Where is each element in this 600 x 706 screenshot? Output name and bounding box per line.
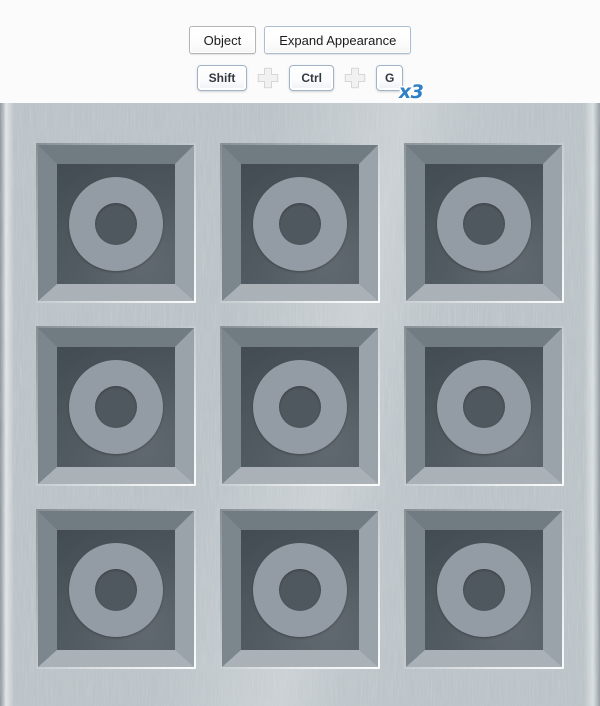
well-floor xyxy=(241,530,359,650)
well-floor xyxy=(241,347,359,467)
ring-shape xyxy=(253,177,347,271)
menu-command-row: Object Expand Appearance xyxy=(0,24,600,56)
well-floor xyxy=(425,347,543,467)
artwork-panel xyxy=(0,103,600,706)
recessed-well-cell xyxy=(404,509,564,669)
well-floor xyxy=(241,164,359,284)
well-floor xyxy=(57,164,175,284)
plus-icon-2 xyxy=(342,65,368,91)
ring-shape xyxy=(437,360,531,454)
ring-shape xyxy=(253,543,347,637)
keycap-g[interactable]: G xyxy=(376,65,404,91)
ring-shape xyxy=(69,360,163,454)
recessed-well-grid xyxy=(36,143,564,669)
shortcut-command-row: Shift Ctrl G x3 xyxy=(0,61,600,102)
recessed-well-cell xyxy=(36,143,196,303)
keycap-shift[interactable]: Shift xyxy=(196,65,248,91)
ring-shape xyxy=(253,360,347,454)
ring-shape xyxy=(69,543,163,637)
command-area: Object Expand Appearance Shift Ctrl G x3 xyxy=(0,0,600,103)
recessed-well-cell xyxy=(220,509,380,669)
well-floor xyxy=(57,530,175,650)
keycap-ctrl-wrap: Ctrl xyxy=(289,65,334,91)
menu-button-object[interactable]: Object xyxy=(188,26,257,54)
well-floor xyxy=(425,530,543,650)
recessed-well-cell xyxy=(404,326,564,486)
menu-button-expand-appearance[interactable]: Expand Appearance xyxy=(264,26,412,54)
ring-shape xyxy=(437,177,531,271)
ring-shape xyxy=(437,543,531,637)
keycap-ctrl[interactable]: Ctrl xyxy=(289,65,334,91)
well-floor xyxy=(57,347,175,467)
ring-shape xyxy=(69,177,163,271)
plus-icon xyxy=(255,65,281,91)
keycap-g-wrap: G x3 xyxy=(376,65,424,102)
recessed-well-cell xyxy=(36,326,196,486)
recessed-well-cell xyxy=(220,326,380,486)
recessed-well-cell xyxy=(36,509,196,669)
well-floor xyxy=(425,164,543,284)
recessed-well-cell xyxy=(404,143,564,303)
keycap-shift-wrap: Shift xyxy=(196,65,248,91)
recessed-well-cell xyxy=(220,143,380,303)
